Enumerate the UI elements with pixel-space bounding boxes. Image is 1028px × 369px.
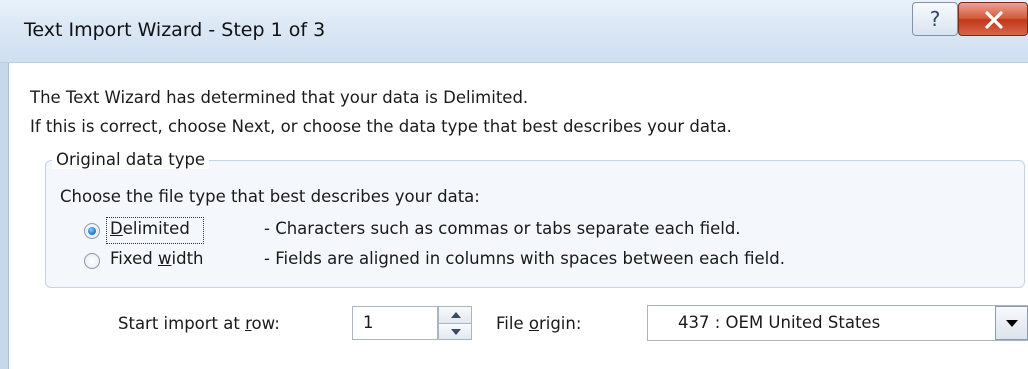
start-row-spinner [438, 306, 472, 340]
chevron-down-icon [451, 329, 461, 335]
file-type-prompt: Choose the file type that best describes… [60, 187, 480, 206]
spinner-down-button[interactable] [438, 323, 472, 340]
start-row-label: Start import at row: [118, 314, 280, 333]
help-button[interactable]: ? [912, 2, 958, 36]
radio-fixed-width-label[interactable]: Fixed width [110, 249, 204, 268]
spinner-up-button[interactable] [438, 306, 472, 323]
chevron-up-icon [451, 312, 461, 318]
close-icon [985, 11, 1003, 29]
window-title: Text Import Wizard - Step 1 of 3 [24, 19, 326, 41]
delimited-description: - Characters such as commas or tabs sepa… [264, 219, 741, 238]
radio-delimited-label[interactable]: Delimited [110, 219, 190, 238]
dropdown-arrow-icon [1006, 320, 1018, 327]
close-button[interactable] [958, 2, 1028, 36]
intro-line-1: The Text Wizard has determined that your… [30, 88, 529, 107]
fixed-width-description: - Fields are aligned in columns with spa… [264, 249, 785, 268]
intro-line-2: If this is correct, choose Next, or choo… [30, 117, 732, 136]
start-row-input[interactable]: 1 [352, 306, 438, 340]
file-origin-value[interactable]: 437 : OEM United States [678, 313, 880, 332]
file-origin-label: File origin: [496, 314, 582, 333]
title-bar[interactable]: Text Import Wizard - Step 1 of 3 ? [0, 0, 1028, 63]
group-legend: Original data type [52, 150, 210, 169]
file-origin-dropdown-button[interactable] [995, 306, 1028, 340]
radio-delimited[interactable] [84, 223, 100, 239]
help-icon: ? [929, 7, 941, 31]
radio-fixed-width[interactable] [84, 253, 100, 269]
